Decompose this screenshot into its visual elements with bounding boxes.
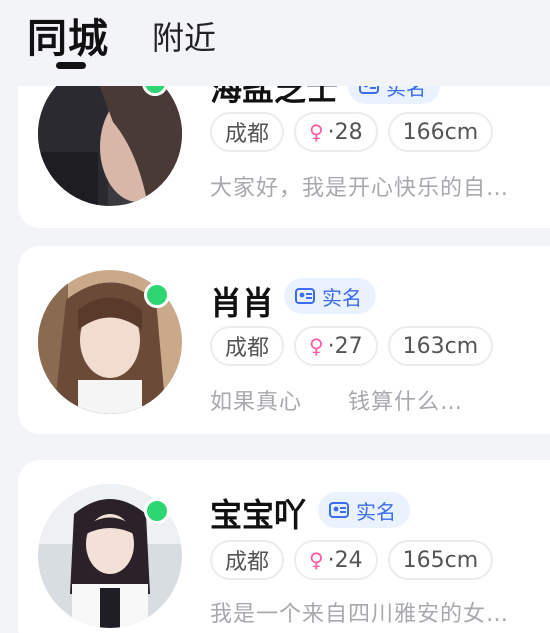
screen: 海盐芝士 实名 成都 ♀ ·28 166cm 大家好，我是开心快乐的自… 肖肖 … xyxy=(0,0,550,633)
city-label: 成都 xyxy=(225,550,270,575)
gender-age-tag: ♀ ·24 xyxy=(294,540,378,580)
user-card[interactable]: 宝宝吖 实名 成都 ♀ ·24 165cm 我是一个来自四川雅安的女… xyxy=(18,460,550,633)
height-tag: 163cm xyxy=(387,326,494,366)
bio-text: 大家好，我是开心快乐的自… xyxy=(210,176,510,201)
tag-row: 成都 ♀ ·27 163cm xyxy=(210,326,494,366)
height-label: 165cm xyxy=(402,547,479,573)
age-label: ·27 xyxy=(327,333,363,359)
tab-bar: 同城 附近 xyxy=(0,0,550,86)
height-label: 166cm xyxy=(402,119,479,145)
height-label: 163cm xyxy=(402,333,479,359)
user-card[interactable]: 肖肖 实名 成都 ♀ ·27 163cm 如果真心 钱算什么… xyxy=(18,246,550,434)
city-label: 成都 xyxy=(225,122,270,147)
female-icon: ♀ xyxy=(309,120,324,144)
user-name[interactable]: 肖肖 xyxy=(210,278,274,324)
city-tag: 成都 xyxy=(210,326,285,366)
gender-age-tag: ♀ ·28 xyxy=(294,112,378,152)
gender-age-tag: ♀ ·27 xyxy=(294,326,378,366)
tag-row: 成都 ♀ ·28 166cm xyxy=(210,112,494,152)
bio-text: 我是一个来自四川雅安的女… xyxy=(210,602,510,627)
verified-label: 实名 xyxy=(356,499,396,524)
tab-same-city[interactable]: 同城 xyxy=(27,6,109,64)
age-label: ·28 xyxy=(327,119,363,145)
female-icon: ♀ xyxy=(309,334,324,358)
female-icon: ♀ xyxy=(309,548,324,572)
city-label: 成都 xyxy=(225,336,270,361)
online-indicator xyxy=(144,498,170,524)
online-indicator xyxy=(144,282,170,308)
tag-row: 成都 ♀ ·24 165cm xyxy=(210,540,494,580)
user-name[interactable]: 宝宝吖 xyxy=(210,490,306,536)
city-tag: 成都 xyxy=(210,540,285,580)
verified-badge: 实名 xyxy=(284,278,376,314)
verified-badge: 实名 xyxy=(318,492,410,528)
city-tag: 成都 xyxy=(210,112,285,152)
id-card-icon xyxy=(295,288,315,304)
height-tag: 165cm xyxy=(387,540,494,580)
height-tag: 166cm xyxy=(387,112,494,152)
tab-nearby[interactable]: 附近 xyxy=(152,13,216,59)
verified-label: 实名 xyxy=(322,285,362,310)
active-tab-indicator xyxy=(56,62,86,69)
age-label: ·24 xyxy=(327,547,363,573)
id-card-icon xyxy=(329,502,349,518)
bio-text: 如果真心 钱算什么… xyxy=(210,390,464,415)
